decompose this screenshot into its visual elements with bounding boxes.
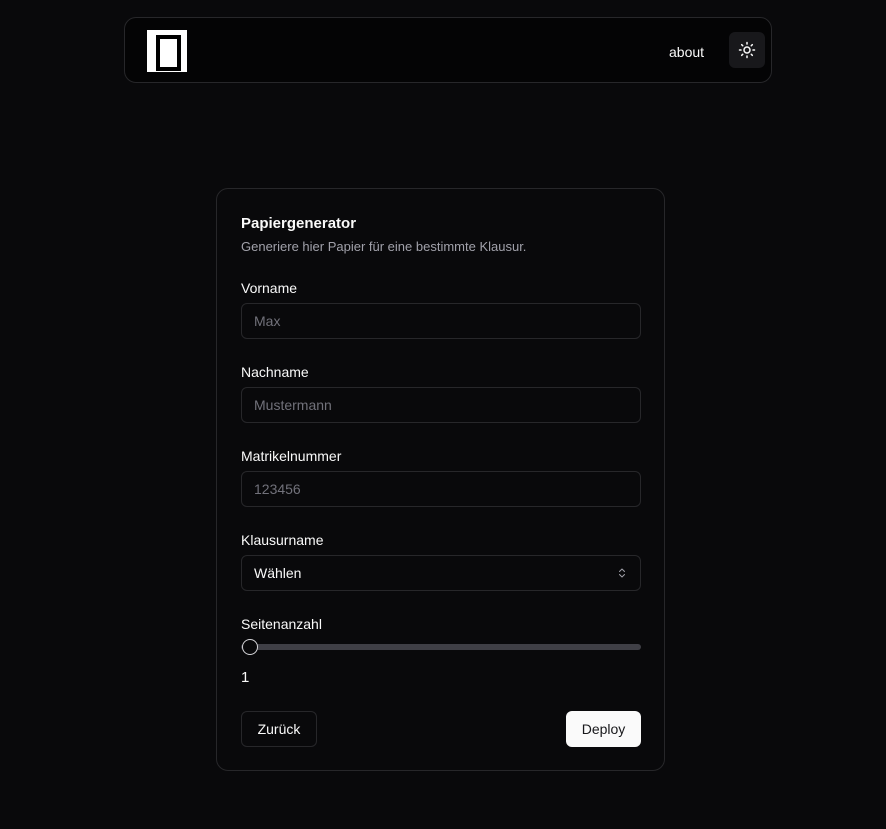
theme-toggle-button[interactable] [729,32,765,68]
exam-select-value: Wählen [254,565,302,581]
matriculation-label: Matrikelnummer [241,448,342,464]
card-title: Papiergenerator [241,215,357,232]
first-name-label: Vorname [241,280,298,296]
logo-mark [156,35,181,71]
nav-link-about[interactable]: about [669,44,704,60]
page-count-slider-thumb[interactable] [242,639,258,655]
deploy-button[interactable]: Deploy [566,711,641,747]
first-name-input[interactable] [241,303,641,339]
paper-generator-card: Papiergenerator Generiere hier Papier fü… [216,188,665,771]
sun-icon [738,41,756,59]
page-count-label: Seitenanzahl [241,616,322,632]
card-description: Generiere hier Papier für eine bestimmte… [241,239,527,254]
top-navbar: about [124,17,772,83]
back-button[interactable]: Zurück [241,711,317,747]
page-count-slider-track[interactable] [241,644,641,650]
page-count-value: 1 [241,669,250,686]
matriculation-input[interactable] [241,471,641,507]
app-logo[interactable] [147,30,187,72]
last-name-input[interactable] [241,387,641,423]
last-name-label: Nachname [241,364,309,380]
exam-select[interactable]: Wählen [241,555,641,591]
exam-label: Klausurname [241,532,324,548]
chevrons-up-down-icon [619,568,625,578]
